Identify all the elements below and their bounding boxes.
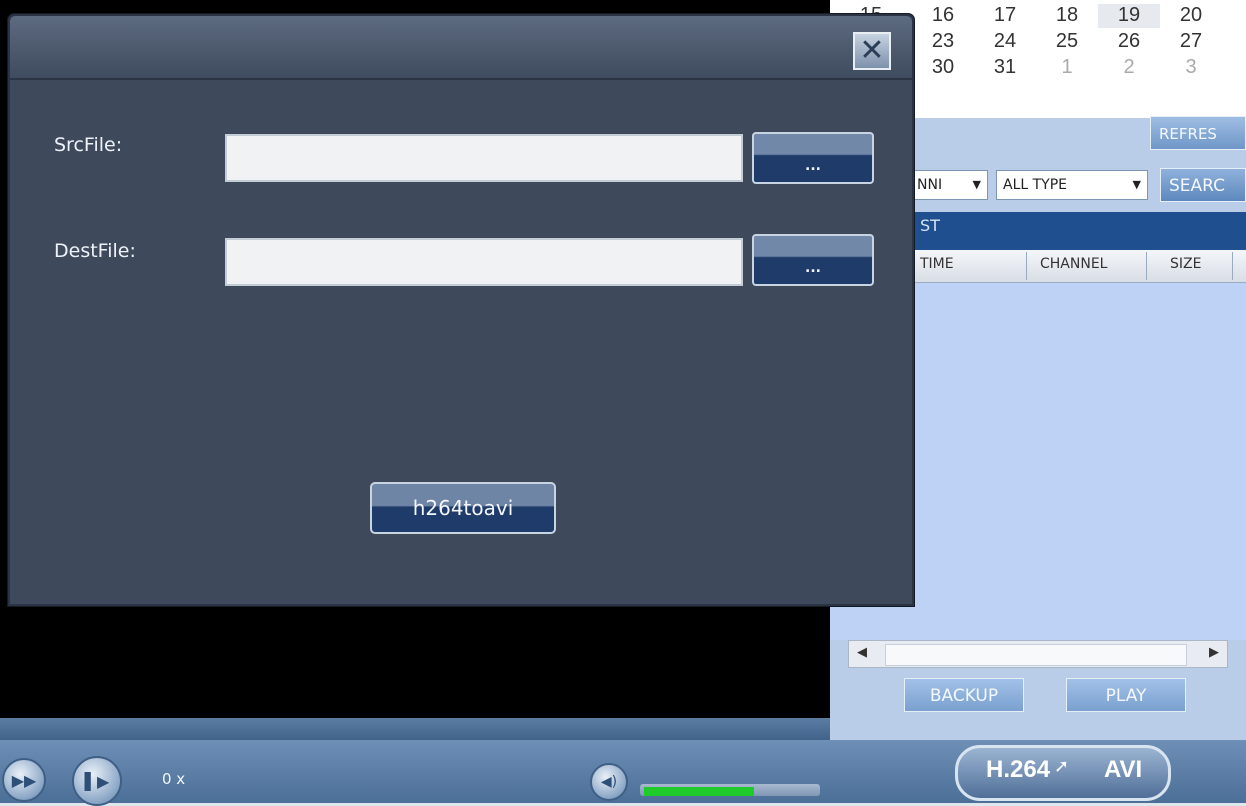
src-file-label: SrcFile: <box>54 134 123 156</box>
h264-to-avi-button[interactable]: H.264 ➚ AVI <box>955 745 1171 801</box>
calendar-day[interactable]: 23 <box>912 30 974 54</box>
dest-browse-button[interactable]: ... <box>752 234 874 286</box>
dialog-titlebar[interactable] <box>10 16 912 80</box>
calendar-day-next-month[interactable]: 3 <box>1160 56 1222 80</box>
logo-to-label: AVI <box>1104 756 1143 783</box>
calendar-day[interactable]: 31 <box>974 56 1036 80</box>
volume-button[interactable]: ◀) <box>590 763 628 801</box>
step-play-icon: ▌▶ <box>84 771 110 791</box>
step-play-button[interactable]: ▌▶ <box>72 756 122 806</box>
calendar-day[interactable]: 26 <box>1098 30 1160 54</box>
browse-button-label: ... <box>805 158 821 174</box>
column-divider <box>1146 252 1147 280</box>
search-button[interactable]: SEARC <box>1160 168 1246 202</box>
browse-button-label: ... <box>805 260 821 276</box>
calendar-day[interactable]: 17 <box>974 4 1036 28</box>
volume-level <box>644 787 754 796</box>
channel-select[interactable]: NNI ▼ <box>910 170 988 200</box>
convert-button[interactable]: h264toavi <box>370 482 556 534</box>
calendar-day-next-month[interactable]: 2 <box>1098 56 1160 80</box>
dest-file-label: DestFile: <box>54 240 136 262</box>
record-type-select-value: ALL TYPE <box>1003 177 1068 193</box>
arrow-left-icon[interactable]: ◀ <box>857 645 867 660</box>
arrow-right-icon[interactable]: ▶ <box>1209 645 1219 660</box>
dest-file-input[interactable] <box>225 238 743 286</box>
fast-forward-button[interactable]: ▶▶ <box>2 758 46 802</box>
calendar-day[interactable]: 30 <box>912 56 974 80</box>
chevron-down-icon: ▼ <box>1132 178 1141 191</box>
column-header-size[interactable]: SIZE <box>1170 256 1201 272</box>
close-icon: ✕ <box>859 33 885 68</box>
column-divider <box>1026 252 1027 280</box>
chevron-down-icon: ▼ <box>972 178 981 191</box>
calendar-day[interactable]: 24 <box>974 30 1036 54</box>
column-divider <box>1232 252 1233 280</box>
playback-speed: 0 x <box>162 770 186 788</box>
logo-from-label: H.264 <box>986 756 1051 783</box>
calendar-day[interactable]: 27 <box>1160 30 1222 54</box>
calendar-day[interactable]: 20 <box>1160 4 1222 28</box>
scrollbar-thumb[interactable] <box>885 644 1187 666</box>
play-button[interactable]: PLAY <box>1066 678 1186 712</box>
src-browse-button[interactable]: ... <box>752 132 874 184</box>
calendar-day[interactable]: 18 <box>1036 4 1098 28</box>
horizontal-scrollbar[interactable]: ◀ ▶ <box>848 640 1228 668</box>
calendar-day[interactable]: 16 <box>912 4 974 28</box>
calendar-day[interactable]: 25 <box>1036 30 1098 54</box>
backup-button[interactable]: BACKUP <box>904 678 1024 712</box>
column-header-channel[interactable]: CHANNEL <box>1040 256 1107 272</box>
arrow-right-icon: ➚ <box>1054 756 1070 777</box>
calendar-day-next-month[interactable]: 1 <box>1036 56 1098 80</box>
channel-select-value: NNI <box>917 177 943 193</box>
speaker-icon: ◀) <box>600 774 618 790</box>
column-header-time[interactable]: TIME <box>920 256 954 272</box>
record-type-select[interactable]: ALL TYPE ▼ <box>996 170 1148 200</box>
fast-forward-icon: ▶▶ <box>11 770 37 790</box>
src-file-input[interactable] <box>225 134 743 182</box>
calendar-day-selected[interactable]: 19 <box>1098 4 1160 28</box>
file-list-title: ST <box>920 216 940 235</box>
close-button[interactable]: ✕ <box>853 32 891 70</box>
refresh-button[interactable]: REFRES <box>1150 116 1246 150</box>
